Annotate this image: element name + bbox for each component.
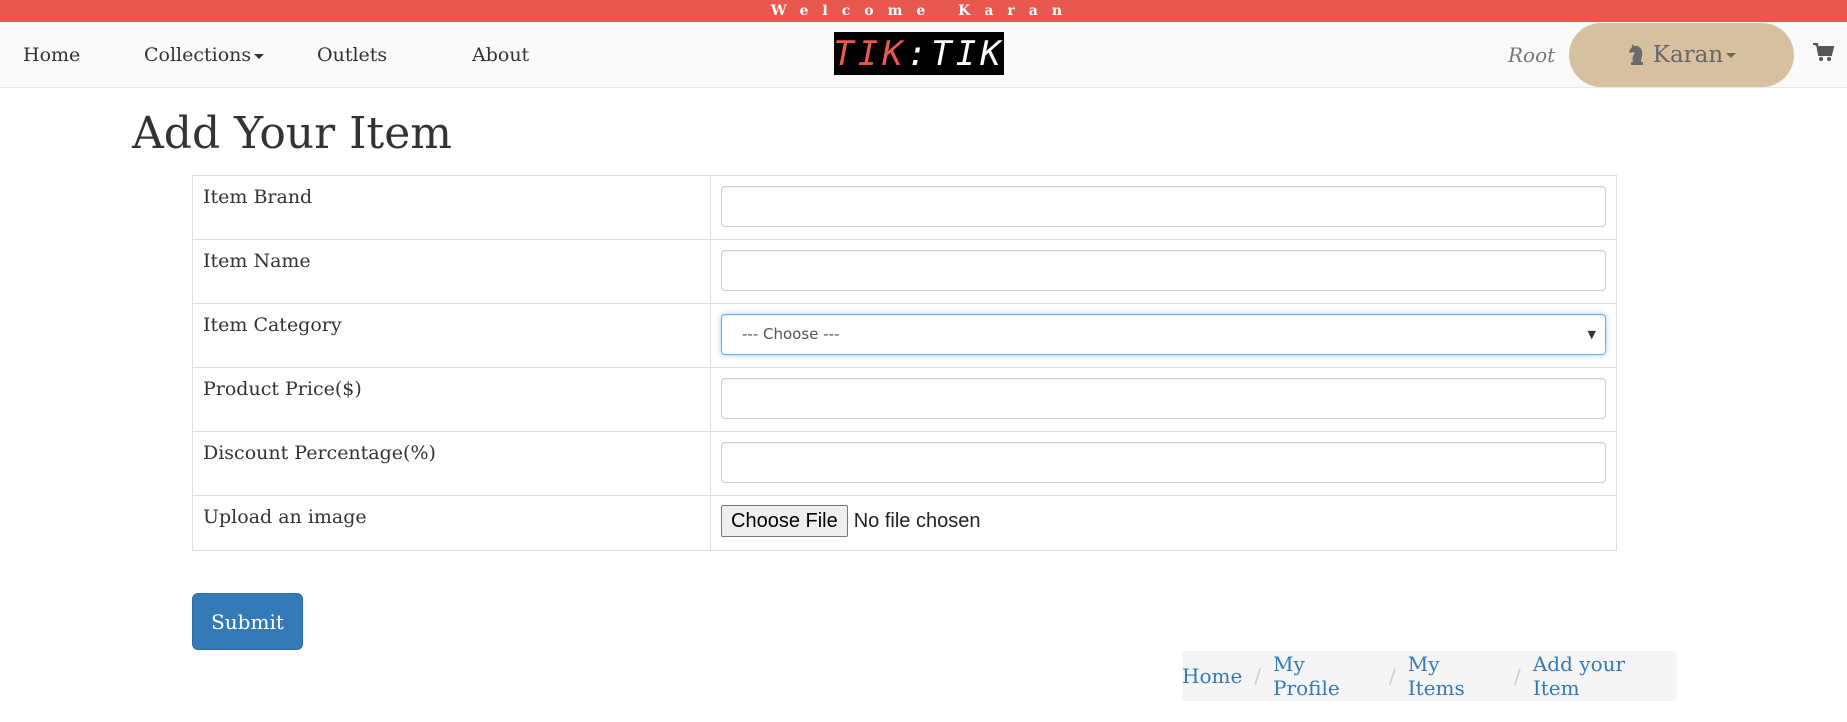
breadcrumb-separator: /: [1514, 664, 1521, 688]
breadcrumb-my-items[interactable]: My Items: [1408, 652, 1502, 700]
item-name-input[interactable]: [721, 250, 1606, 291]
user-menu-button[interactable]: Karan: [1569, 23, 1794, 87]
dropdown-arrow-icon: ▼: [1587, 328, 1596, 341]
root-link[interactable]: Root: [1508, 22, 1555, 88]
nav-home-link[interactable]: Home: [23, 22, 80, 88]
file-status-text: No file chosen: [853, 509, 981, 532]
field-label: Product Price($): [192, 367, 711, 432]
breadcrumb-my-profile[interactable]: My Profile: [1273, 652, 1377, 700]
nav-outlets-link[interactable]: Outlets: [317, 22, 387, 88]
field-label: Upload an image: [192, 495, 711, 551]
cart-icon[interactable]: [1813, 43, 1835, 67]
item-form-table: Item Brand Item Name Item Category --- C…: [192, 175, 1617, 551]
logo-right-text: TIK: [931, 33, 1004, 74]
discount-percentage-input[interactable]: [721, 442, 1606, 483]
nav-collections-dropdown[interactable]: Collections: [144, 22, 265, 88]
breadcrumb-separator: /: [1388, 664, 1396, 688]
form-row-item-brand: Item Brand: [192, 175, 1617, 240]
user-name: Karan: [1652, 42, 1724, 68]
navbar: Home Collections Outlets About TIK: TIK R…: [0, 22, 1847, 88]
item-category-selected: --- Choose ---: [742, 325, 840, 343]
chevron-down-icon: [254, 53, 265, 59]
field-label: Item Category: [192, 303, 711, 368]
field-label: Item Brand: [192, 175, 711, 240]
chevron-down-icon: [1726, 52, 1737, 58]
submit-button[interactable]: Submit: [192, 593, 303, 650]
nav-about-link[interactable]: About: [472, 22, 529, 88]
choose-file-button[interactable]: Choose File: [721, 505, 848, 537]
form-row-upload-image: Upload an image Choose File No file chos…: [192, 495, 1617, 551]
logo-colon: :: [906, 33, 932, 74]
site-logo[interactable]: TIK: TIK: [834, 32, 1004, 75]
field-label: Item Name: [192, 239, 711, 304]
form-row-item-name: Item Name: [192, 239, 1617, 304]
nav-collections-label: Collections: [144, 44, 252, 66]
welcome-bar: Welcome Karan: [0, 0, 1847, 22]
logo-left-text: TIK: [834, 33, 907, 74]
breadcrumb-add-your-item[interactable]: Add your Item: [1533, 652, 1677, 700]
breadcrumb-home[interactable]: Home: [1182, 664, 1242, 688]
form-row-item-category: Item Category --- Choose --- ▼: [192, 303, 1617, 368]
form-row-product-price: Product Price($): [192, 367, 1617, 432]
item-brand-input[interactable]: [721, 186, 1606, 227]
page-title: Add Your Item: [132, 108, 452, 159]
item-category-select[interactable]: --- Choose --- ▼: [721, 314, 1606, 355]
field-label: Discount Percentage(%): [192, 431, 711, 496]
breadcrumb: Home / My Profile / My Items / Add your …: [1182, 651, 1677, 701]
chess-knight-icon: [1627, 43, 1647, 67]
product-price-input[interactable]: [721, 378, 1606, 419]
form-row-discount-percentage: Discount Percentage(%): [192, 431, 1617, 496]
breadcrumb-separator: /: [1254, 664, 1262, 688]
